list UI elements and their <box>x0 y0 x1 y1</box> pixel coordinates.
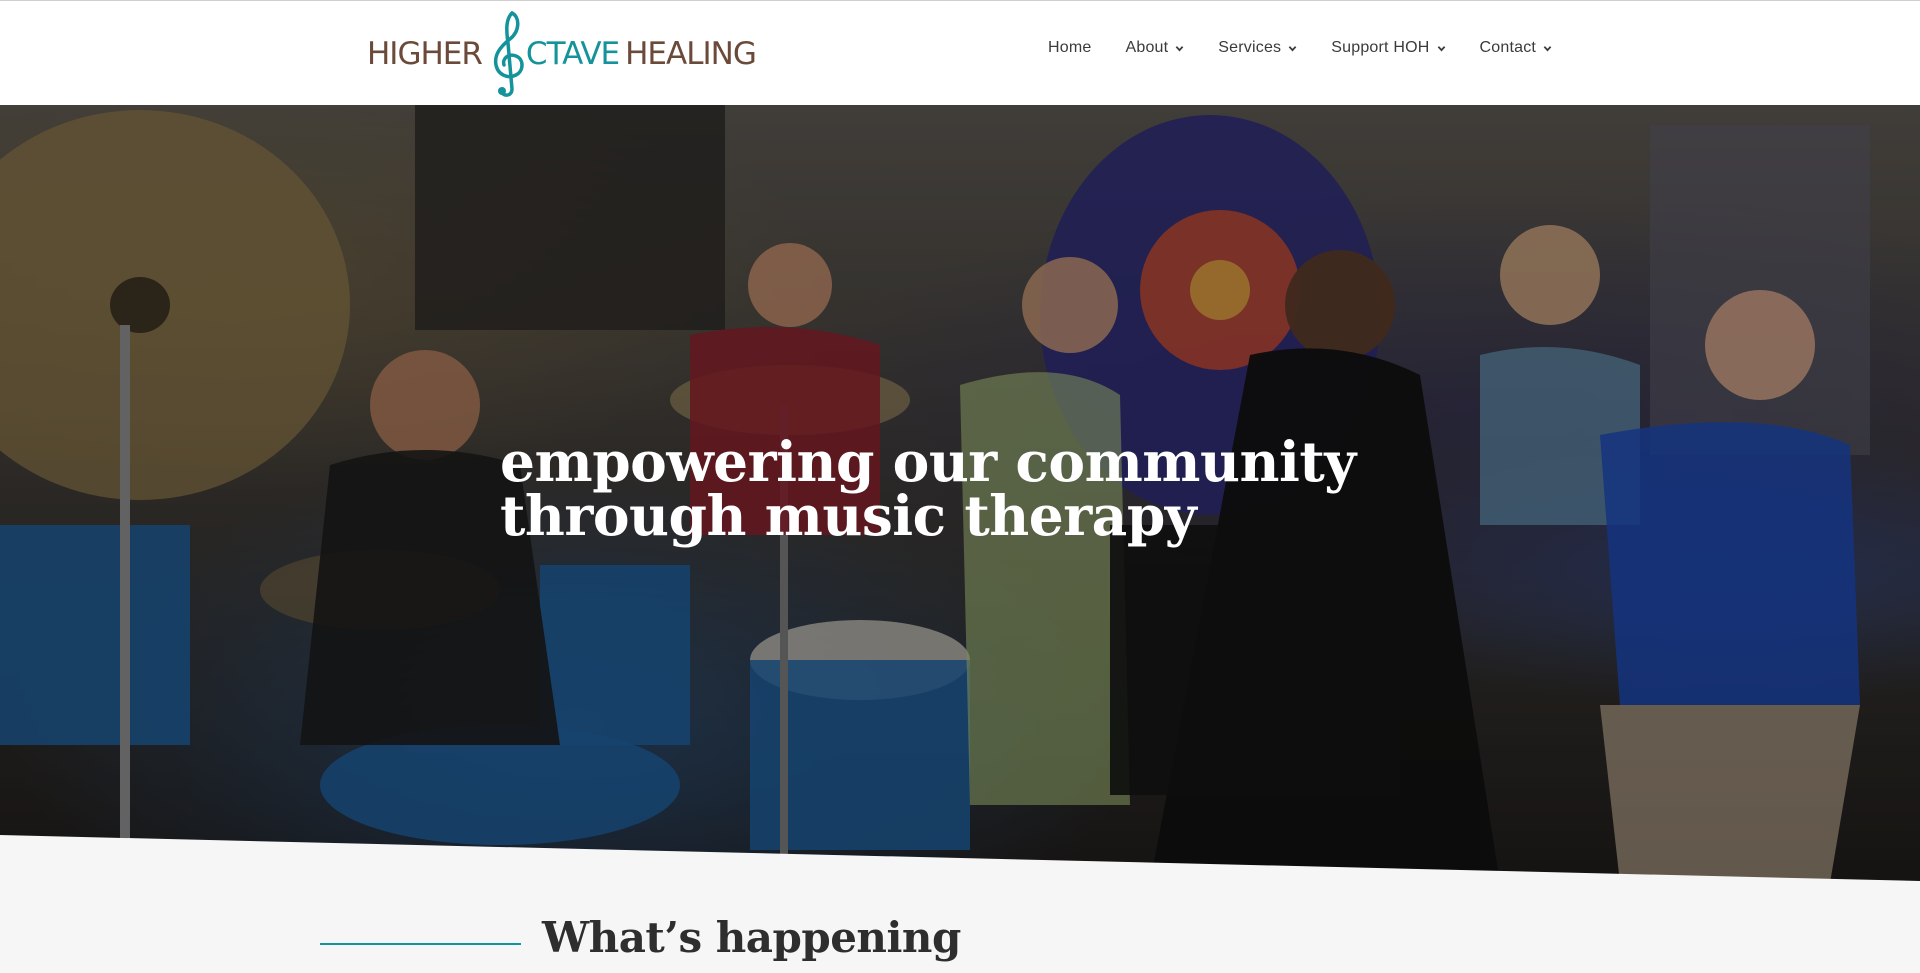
nav-item-label: Support HOH <box>1331 39 1430 56</box>
nav-item-about[interactable]: About <box>1125 39 1184 57</box>
hero-heading: empowering our community through music t… <box>500 429 1400 548</box>
logo-word-higher: HIGHER <box>367 35 483 72</box>
hero-slant-divider <box>0 830 1920 890</box>
nav-item-label: About <box>1125 39 1169 56</box>
nav-item-label: Contact <box>1479 39 1537 56</box>
hero-heading-line2: through music therapy <box>500 483 1197 548</box>
chevron-down-icon <box>1437 44 1446 53</box>
whats-happening-section: What’s happening <box>0 883 1920 973</box>
logo-word-healing: HEALING <box>625 35 757 72</box>
chevron-down-icon <box>1288 44 1297 53</box>
nav-item-label: Services <box>1218 39 1282 56</box>
chevron-down-icon <box>1175 44 1184 53</box>
section-accent-line <box>320 943 521 945</box>
nav-item-contact[interactable]: Contact <box>1480 39 1553 57</box>
chevron-down-icon <box>1543 44 1552 53</box>
hero-banner: empowering our community through music t… <box>0 105 1920 883</box>
section-title: What’s happening <box>542 913 961 962</box>
main-nav: Home About Services Support HOH Contact <box>1048 39 1586 57</box>
nav-item-home[interactable]: Home <box>1048 39 1091 57</box>
hero-heading-line1: empowering our community <box>500 429 1356 494</box>
nav-item-support[interactable]: Support HOH <box>1331 39 1445 57</box>
nav-item-label: Home <box>1048 39 1092 56</box>
site-logo[interactable]: HIGHER CTAVE HEALING <box>367 9 757 99</box>
logo-word-octave: CTAVE <box>525 35 620 72</box>
site-header: HIGHER CTAVE HEALING Home About Services… <box>0 0 1920 105</box>
nav-item-services[interactable]: Services <box>1218 39 1297 57</box>
